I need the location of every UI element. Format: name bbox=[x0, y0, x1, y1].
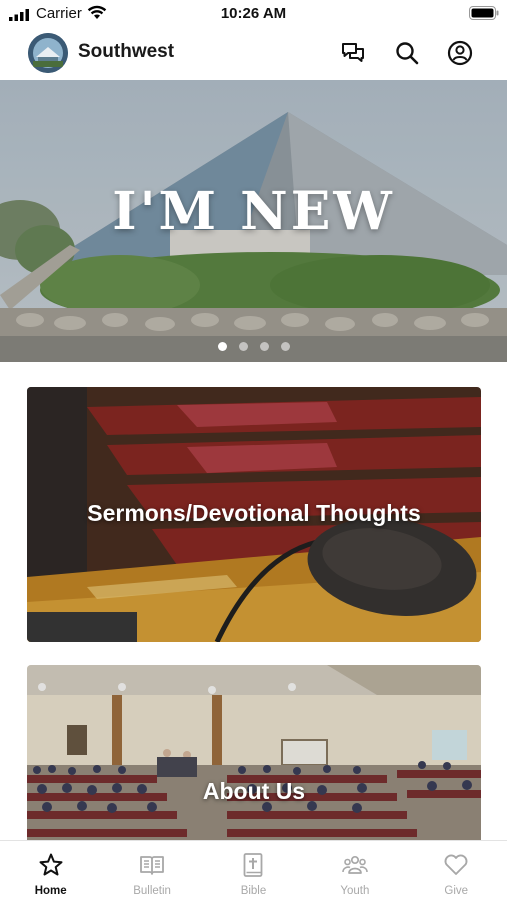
tab-home[interactable]: Home bbox=[0, 841, 101, 900]
church-logo-icon bbox=[28, 33, 68, 73]
account-icon bbox=[447, 40, 473, 66]
heart-icon bbox=[443, 852, 469, 878]
tab-label: Bulletin bbox=[133, 885, 171, 897]
tab-youth[interactable]: Youth bbox=[304, 841, 405, 900]
tab-give[interactable]: Give bbox=[406, 841, 507, 900]
sermons-card-label: Sermons/Devotional Thoughts bbox=[87, 500, 421, 526]
chat-icon bbox=[342, 43, 364, 62]
tab-bar: Home Bulletin Bible Youth Give bbox=[0, 840, 507, 900]
status-bar: Carrier 10:26 AM bbox=[0, 0, 507, 28]
tab-label: Give bbox=[444, 885, 469, 897]
battery-icon bbox=[469, 6, 499, 20]
about-us-image bbox=[27, 665, 481, 840]
search-button[interactable] bbox=[394, 40, 420, 66]
star-icon bbox=[38, 852, 64, 878]
app-title: Southwest bbox=[78, 41, 175, 62]
about-us-card[interactable]: About Us bbox=[27, 665, 481, 840]
status-time: 10:26 AM bbox=[220, 5, 287, 22]
carousel-dot[interactable] bbox=[259, 342, 269, 351]
bible-icon bbox=[240, 852, 266, 878]
chat-button[interactable] bbox=[340, 40, 366, 66]
carousel-indicator bbox=[0, 342, 507, 352]
search-icon bbox=[396, 42, 419, 65]
hero-carousel[interactable]: I'M NEW bbox=[0, 80, 507, 362]
sermons-card[interactable]: Sermons/Devotional Thoughts bbox=[27, 387, 481, 642]
book-icon bbox=[139, 852, 165, 878]
tab-label: Home bbox=[34, 885, 67, 897]
church-logo[interactable] bbox=[28, 33, 68, 73]
app-header: Southwest bbox=[0, 28, 507, 78]
tab-label: Youth bbox=[340, 885, 370, 897]
about-us-card-label: About Us bbox=[202, 778, 306, 804]
account-button[interactable] bbox=[447, 40, 473, 66]
carousel-dot[interactable] bbox=[280, 342, 290, 351]
hero-title: I'M NEW bbox=[112, 181, 395, 242]
carousel-dot[interactable] bbox=[217, 342, 227, 351]
carousel-dot[interactable] bbox=[238, 342, 248, 351]
people-icon bbox=[342, 852, 368, 878]
tab-label: Bible bbox=[240, 885, 267, 897]
tab-bulletin[interactable]: Bulletin bbox=[101, 841, 202, 900]
tab-bible[interactable]: Bible bbox=[203, 841, 304, 900]
